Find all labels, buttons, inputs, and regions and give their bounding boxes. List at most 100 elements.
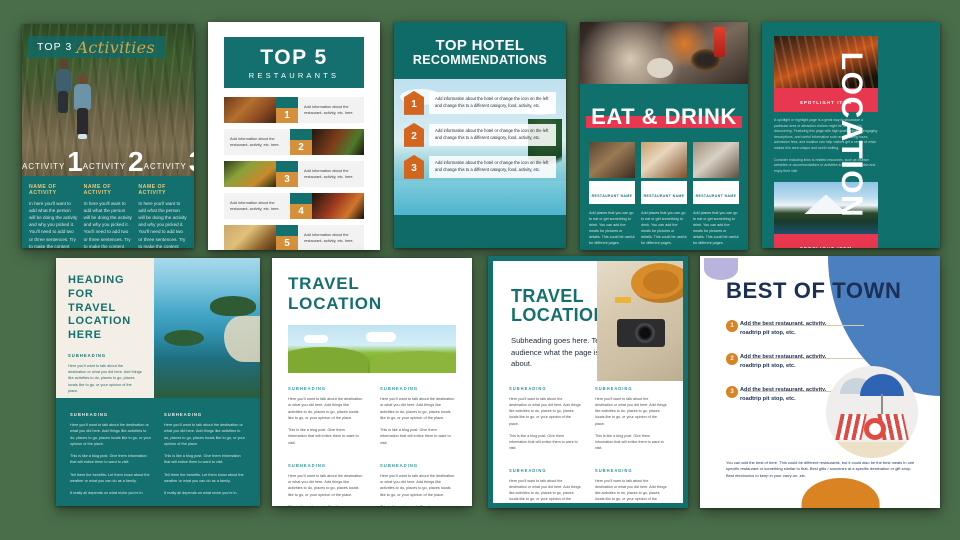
- restaurant-paragraph: Add places that you can go to eat or get…: [589, 211, 635, 245]
- text-cell: SUBHEADING Here you'll want to talk abou…: [509, 386, 581, 457]
- island-shape: [210, 296, 256, 316]
- poster-top-hotel-recommendations[interactable]: TOP HOTEL RECOMMENDATIONS 1 Add informat…: [394, 22, 566, 248]
- flatlay-travel-photo: [597, 261, 683, 381]
- subheading: SUBHEADING: [164, 412, 203, 417]
- rank-number: 3: [276, 172, 298, 187]
- body-paragraph: This is like a blog post. Give them info…: [164, 454, 241, 465]
- pin-number: 2: [411, 131, 417, 143]
- poster-travel-location-camera[interactable]: TRAVEL LOCATION Subheading goes here. Te…: [488, 256, 688, 508]
- list-item: 3 Add the best restaurant, activity, roa…: [726, 385, 864, 404]
- activity-label: ACTIVITY: [22, 162, 66, 171]
- restaurant-photo: [312, 129, 364, 155]
- restaurant-text: Add information about the restaurant, ac…: [224, 129, 290, 155]
- body-paragraph: This is like a blog post. Give them info…: [509, 433, 578, 450]
- subheading: SUBHEADING: [509, 467, 547, 473]
- restaurant-description: Add information about the restaurant, ac…: [230, 136, 280, 147]
- page-title: BEST OF TOWN: [726, 278, 902, 303]
- cloud-icon: [304, 335, 328, 343]
- beach-chair-icon: [835, 414, 867, 440]
- activity-column: NAME OF ACTIVITY In here you'll want to …: [138, 184, 187, 248]
- activities-ribbon-top: TOP 3: [37, 41, 73, 53]
- activity-body: In here you'll want to add what the pers…: [29, 201, 78, 248]
- map-pin-icon: 3: [404, 154, 424, 179]
- body-paragraph: Here you'll want to talk about the desti…: [288, 397, 363, 420]
- restaurant-description: Add information about the restaurant, ac…: [304, 232, 354, 243]
- activity-body: In here you'll want to add what the pers…: [138, 201, 187, 248]
- top5-title: TOP 5: [260, 46, 328, 69]
- sand-shape: [826, 442, 918, 458]
- best-of-town-footer: You can add the best of here. This could…: [726, 460, 918, 480]
- body-paragraph: Here you'll want to talk about the desti…: [288, 473, 363, 497]
- text-cell: SUBHEADING Here you'll want to talk abou…: [380, 386, 456, 452]
- hotel-title-line2: RECOMMENDATIONS: [412, 52, 548, 67]
- text-cell: SUBHEADING Here you'll want to talk abou…: [509, 468, 581, 503]
- drink-glass-shape: [714, 26, 726, 57]
- pin-number: 3: [411, 163, 417, 175]
- subheading: SUBHEADING: [509, 386, 547, 392]
- restaurant-name-label: RESTAURANT NAME: [695, 193, 737, 198]
- subheading-block: Subheading goes here. Tell audience what…: [511, 335, 603, 369]
- page-title: HEADING FOR TRAVEL LOCATION HERE: [68, 274, 132, 341]
- text-cell: SUBHEADING Here you'll want to talk abou…: [380, 463, 456, 506]
- hotel-description: Add information about the hotel or chang…: [435, 127, 549, 140]
- body-paragraph: Here you'll want to talk about the desti…: [509, 478, 581, 502]
- table-row: 3 Add information about the restaurant, …: [224, 161, 364, 187]
- poster-heading-for-travel-location[interactable]: HEADING FOR TRAVEL LOCATION HERE SUBHEAD…: [56, 258, 260, 506]
- eat-drink-columns: RESTAURANT NAME Add places that you can …: [580, 130, 748, 250]
- restaurant-paragraph: Add places that you can go to eat or get…: [693, 211, 739, 245]
- activity-number-row: ACTIVITY 1 ACTIVITY 2 ACTIVITY 3: [22, 132, 194, 176]
- restaurant-photo: [312, 193, 364, 219]
- heading-text-panel: HEADING FOR TRAVEL LOCATION HERE SUBHEAD…: [56, 258, 154, 448]
- top5-subtitle: RESTAURANTS: [248, 71, 340, 80]
- body-paragraph: Here you'll want to talk about the desti…: [380, 397, 455, 420]
- hotel-text: Add information about the hotel or chang…: [429, 123, 556, 146]
- eat-drink-column: RESTAURANT NAME Add places that you can …: [641, 142, 687, 250]
- subheading: SUBHEADING: [595, 386, 633, 392]
- body-paragraph: It really all depends on what niche you'…: [164, 491, 238, 495]
- life-ring-icon: [864, 418, 886, 440]
- restaurant-photo: [224, 161, 276, 187]
- activity-heading: NAME OF ACTIVITY: [29, 184, 57, 196]
- hotel-description: Add information about the hotel or chang…: [435, 159, 549, 172]
- poster-best-of-town[interactable]: BEST OF TOWN 1 Add the best restaurant, …: [700, 256, 940, 508]
- poster-location[interactable]: SPOTLIGHT ITEM A spotlight or highlight …: [762, 22, 940, 248]
- eat-drink-title-block: EAT & DRINK: [586, 104, 742, 130]
- restaurant-thumbnail: [641, 142, 687, 178]
- spotlight-label: SPOTLIGHT ITEM: [800, 246, 852, 248]
- activity-number: 1: [67, 146, 83, 176]
- number-bullet: 3: [726, 385, 738, 398]
- beach-shape: [224, 316, 260, 362]
- activity-column: NAME OF ACTIVITY In here you'll want to …: [29, 184, 78, 248]
- subheading: SUBHEADING: [380, 386, 419, 391]
- rank-badge: 5: [276, 225, 298, 250]
- rank-number: 5: [276, 236, 298, 250]
- travel-camera-header: TRAVEL LOCATION Subheading goes here. Te…: [493, 261, 606, 370]
- poster-eat-and-drink[interactable]: EAT & DRINK RESTAURANT NAME Add places t…: [580, 22, 748, 250]
- body-paragraph: Here you'll want to talk about the desti…: [595, 397, 667, 426]
- travel-text-grid: SUBHEADING Here you'll want to talk abou…: [493, 370, 683, 503]
- poster-top-5-restaurants[interactable]: TOP 5 RESTAURANTS 1 Add information abou…: [208, 22, 380, 250]
- travel-camera-inner: TRAVEL LOCATION Subheading goes here. Te…: [493, 261, 683, 503]
- poster-travel-location-flat[interactable]: TRAVEL LOCATION SUBHEADING Here you'll w…: [272, 258, 472, 506]
- umbrella-blue-icon: [860, 374, 904, 396]
- list-item-text: Add the best restaurant, activity, roadt…: [740, 353, 827, 369]
- restaurant-photo: [224, 225, 276, 250]
- footer-text: You can add the best of here. This could…: [726, 459, 915, 479]
- hotel-footer-band: [394, 222, 566, 248]
- restaurant-name-chip: RESTAURANT NAME: [693, 181, 739, 204]
- restaurant-description: Add information about the restaurant, ac…: [304, 104, 354, 115]
- subheading: SUBHEADING: [288, 462, 327, 468]
- body-paragraph: Here you'll want to talk about the desti…: [380, 473, 455, 497]
- rank-badge: 4: [290, 193, 312, 219]
- rank-number: 1: [276, 108, 298, 123]
- activities-ribbon: TOP 3 Activities: [28, 36, 166, 58]
- activity-heading: NAME OF ACTIVITY: [83, 184, 112, 196]
- activity-number: 3: [189, 148, 194, 176]
- restaurant-name-label: RESTAURANT NAME: [643, 193, 685, 198]
- body-paragraph: Tell them the benefits. Let them know ab…: [164, 472, 244, 483]
- page-title: TRAVEL LOCATION: [288, 274, 382, 313]
- cloud-icon: [366, 332, 396, 342]
- activity-number: 2: [128, 146, 144, 176]
- poster-top-3-activities[interactable]: TOP 3 Activities ACTIVITY 1 ACTIVITY 2 A…: [22, 24, 194, 248]
- island-shape: [164, 330, 204, 346]
